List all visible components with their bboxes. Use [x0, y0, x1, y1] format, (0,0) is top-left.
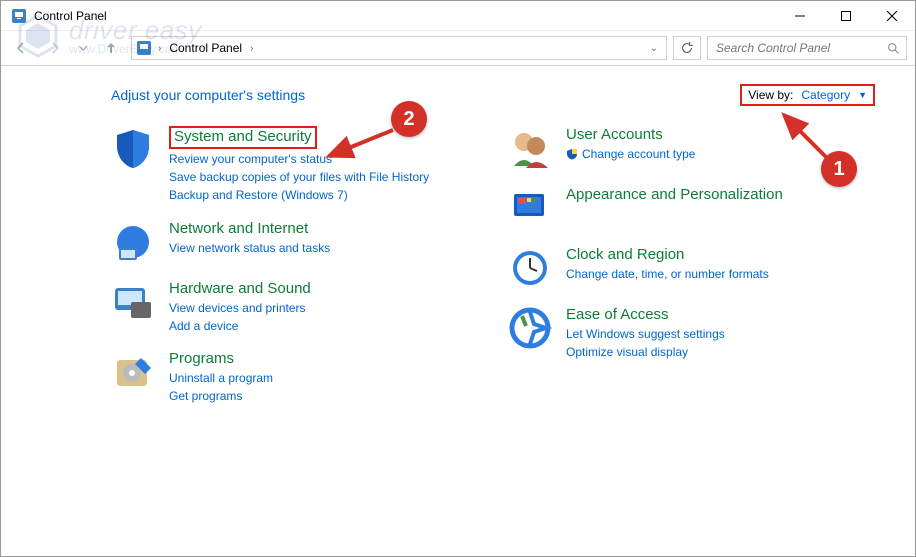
forward-button[interactable] [41, 34, 69, 62]
sublink[interactable]: Change account type [582, 146, 695, 162]
close-button[interactable] [869, 1, 915, 31]
nav-bar: › Control Panel › ⌄ [1, 31, 915, 65]
window-title: Control Panel [34, 9, 107, 23]
category-link-ease-of-access[interactable]: Ease of Access [566, 306, 725, 324]
annotation-bubble-2: 2 [391, 101, 427, 137]
sublink[interactable]: Get programs [169, 388, 273, 404]
sublink[interactable]: Save backup copies of your files with Fi… [169, 169, 429, 185]
sublink[interactable]: Optimize visual display [566, 344, 725, 360]
category-system-security: System and Security Review your computer… [111, 126, 478, 204]
hardware-icon [111, 280, 155, 324]
address-bar[interactable]: › Control Panel › ⌄ [131, 36, 667, 60]
back-button[interactable] [7, 34, 35, 62]
ease-of-access-icon [508, 306, 552, 350]
sublink[interactable]: Add a device [169, 318, 311, 334]
view-by-label: View by: [748, 88, 793, 102]
category-link-clock-region[interactable]: Clock and Region [566, 246, 769, 264]
recent-locations-button[interactable] [75, 34, 91, 62]
sublink[interactable]: Change date, time, or number formats [566, 266, 769, 282]
sublink[interactable]: Let Windows suggest settings [566, 326, 725, 342]
category-column-left: System and Security Review your computer… [111, 126, 478, 420]
category-clock-region: Clock and Region Change date, time, or n… [508, 246, 875, 290]
maximize-button[interactable] [823, 1, 869, 31]
category-link-user-accounts[interactable]: User Accounts [566, 126, 695, 144]
search-box[interactable] [707, 36, 907, 60]
chevron-right-icon[interactable]: › [248, 43, 255, 54]
category-programs: Programs Uninstall a program Get program… [111, 350, 478, 404]
sublink[interactable]: View network status and tasks [169, 240, 330, 256]
category-link-system-security[interactable]: System and Security [169, 126, 317, 149]
content-area: Adjust your computer's settings View by:… [1, 66, 915, 420]
category-ease-of-access: Ease of Access Let Windows suggest setti… [508, 306, 875, 360]
category-user-accounts: User Accounts Change account type [508, 126, 875, 170]
up-button[interactable] [97, 34, 125, 62]
address-dropdown-icon[interactable]: ⌄ [646, 43, 662, 54]
sublink[interactable]: Review your computer's status [169, 151, 429, 167]
sublink[interactable]: Uninstall a program [169, 370, 273, 386]
search-icon[interactable] [887, 42, 900, 55]
breadcrumb-item[interactable]: Control Panel [167, 41, 244, 55]
dropdown-icon: ▼ [858, 90, 867, 100]
sublink[interactable]: View devices and printers [169, 300, 311, 316]
network-icon [111, 220, 155, 264]
category-appearance-personalization: Appearance and Personalization [508, 186, 875, 230]
programs-icon [111, 350, 155, 394]
chevron-right-icon[interactable]: › [156, 43, 163, 54]
search-input[interactable] [714, 40, 881, 56]
view-by-value: Category [801, 88, 850, 102]
app-icon [11, 8, 27, 24]
uac-shield-icon [566, 148, 578, 160]
category-hardware-sound: Hardware and Sound View devices and prin… [111, 280, 478, 334]
annotation-bubble-1: 1 [821, 151, 857, 187]
category-column-right: User Accounts Change account type Appear… [508, 126, 875, 420]
clock-icon [508, 246, 552, 290]
shield-icon [111, 126, 155, 170]
minimize-button[interactable] [777, 1, 823, 31]
refresh-button[interactable] [673, 36, 701, 60]
sublink[interactable]: Backup and Restore (Windows 7) [169, 187, 429, 203]
category-link-programs[interactable]: Programs [169, 350, 273, 368]
user-accounts-icon [508, 126, 552, 170]
category-link-appearance-personalization[interactable]: Appearance and Personalization [566, 186, 783, 204]
category-link-hardware-sound[interactable]: Hardware and Sound [169, 280, 311, 298]
category-link-network-internet[interactable]: Network and Internet [169, 220, 330, 238]
view-by-selector[interactable]: View by: Category ▼ [740, 84, 875, 106]
title-bar: Control Panel [1, 1, 915, 31]
category-network-internet: Network and Internet View network status… [111, 220, 478, 264]
control-panel-icon [136, 40, 152, 56]
page-heading: Adjust your computer's settings [111, 87, 305, 103]
appearance-icon [508, 186, 552, 230]
